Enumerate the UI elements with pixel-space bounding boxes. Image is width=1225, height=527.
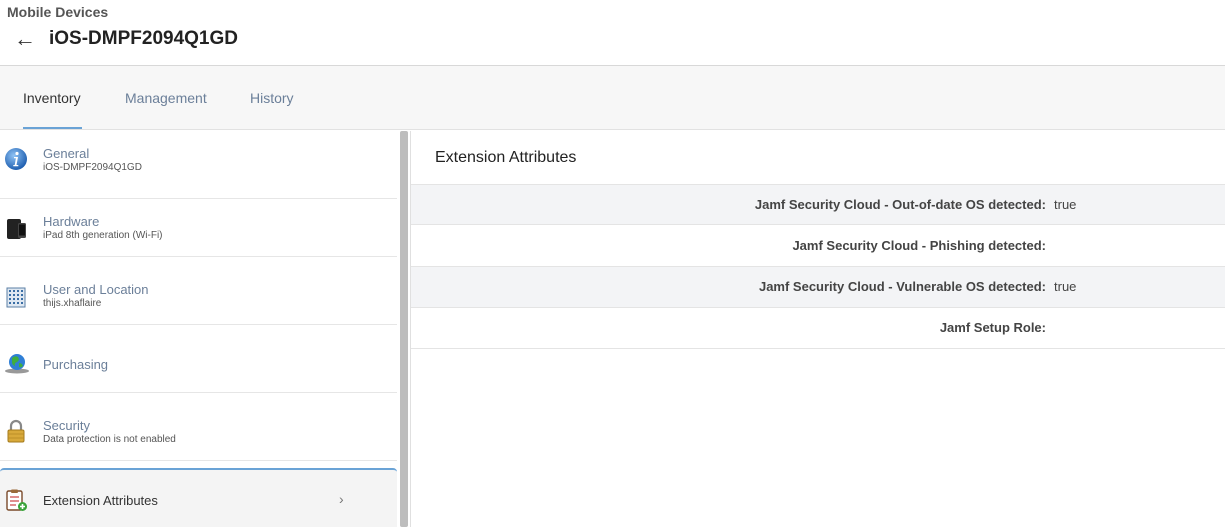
sidebar-item-security[interactable]: Security Data protection is not enabled: [0, 393, 397, 461]
lock-icon: [7, 419, 25, 443]
building-icon: [6, 287, 26, 308]
attribute-row: Jamf Setup Role:: [411, 308, 1225, 349]
sidebar-item-subtitle: iOS-DMPF2094Q1GD: [43, 162, 142, 173]
sidebar-item-label: General: [43, 146, 90, 161]
tab-inventory[interactable]: Inventory: [23, 90, 81, 106]
sidebar-item-purchasing[interactable]: Purchasing: [0, 325, 397, 393]
sidebar-item-label: Extension Attributes: [43, 493, 158, 508]
sidebar-item-label: User and Location: [43, 282, 149, 297]
inventory-sidebar: General iOS-DMPF2094Q1GD Hardware iPad 8…: [0, 131, 397, 527]
section-title: Extension Attributes: [435, 149, 577, 166]
sidebar-item-extension-attributes[interactable]: Extension Attributes ›: [0, 468, 397, 527]
tab-bar: Inventory Management History: [0, 66, 1225, 130]
sidebar-item-label: Purchasing: [43, 357, 109, 372]
sidebar-item-subtitle: thijs.xhaflaire: [43, 298, 102, 309]
extension-attributes-panel: Extension Attributes Jamf Security Cloud…: [411, 131, 1225, 527]
info-icon: [5, 148, 27, 170]
attribute-row: Jamf Security Cloud - Out-of-date OS det…: [411, 184, 1225, 225]
sidebar-item-label: Hardware: [43, 214, 100, 229]
attribute-row: Jamf Security Cloud - Vulnerable OS dete…: [411, 267, 1225, 308]
attribute-value: true: [1054, 279, 1077, 294]
page-title: iOS-DMPF2094Q1GD: [49, 28, 238, 49]
sidebar-item-user-and-location[interactable]: User and Location thijs.xhaflaire: [0, 257, 397, 325]
attribute-label: Jamf Security Cloud - Out-of-date OS det…: [754, 197, 1046, 212]
active-tab-indicator: [23, 127, 82, 129]
attribute-value: true: [1054, 197, 1077, 212]
attribute-label: Jamf Security Cloud - Phishing detected:: [792, 238, 1046, 253]
tab-history[interactable]: History: [250, 90, 294, 106]
breadcrumb[interactable]: Mobile Devices: [7, 4, 108, 20]
attribute-row: Jamf Security Cloud - Phishing detected:: [411, 226, 1225, 267]
globe-icon: [5, 354, 29, 374]
sidebar-scrollbar[interactable]: [400, 131, 408, 527]
chevron-right-icon: ›: [339, 491, 344, 507]
sidebar-item-subtitle: Data protection is not enabled: [43, 434, 176, 445]
device-icon: [7, 219, 26, 239]
sidebar-item-label: Security: [43, 418, 90, 433]
clipboard-icon: [6, 489, 27, 511]
tab-management[interactable]: Management: [125, 90, 207, 106]
attribute-label: Jamf Setup Role:: [939, 320, 1046, 335]
attribute-label: Jamf Security Cloud - Vulnerable OS dete…: [758, 279, 1046, 294]
sidebar-item-hardware[interactable]: Hardware iPad 8th generation (Wi-Fi): [0, 189, 397, 257]
sidebar-item-subtitle: iPad 8th generation (Wi-Fi): [43, 230, 163, 241]
back-arrow-icon[interactable]: ←: [14, 26, 36, 52]
page-header: Mobile Devices ← iOS-DMPF2094Q1GD: [0, 0, 1225, 66]
